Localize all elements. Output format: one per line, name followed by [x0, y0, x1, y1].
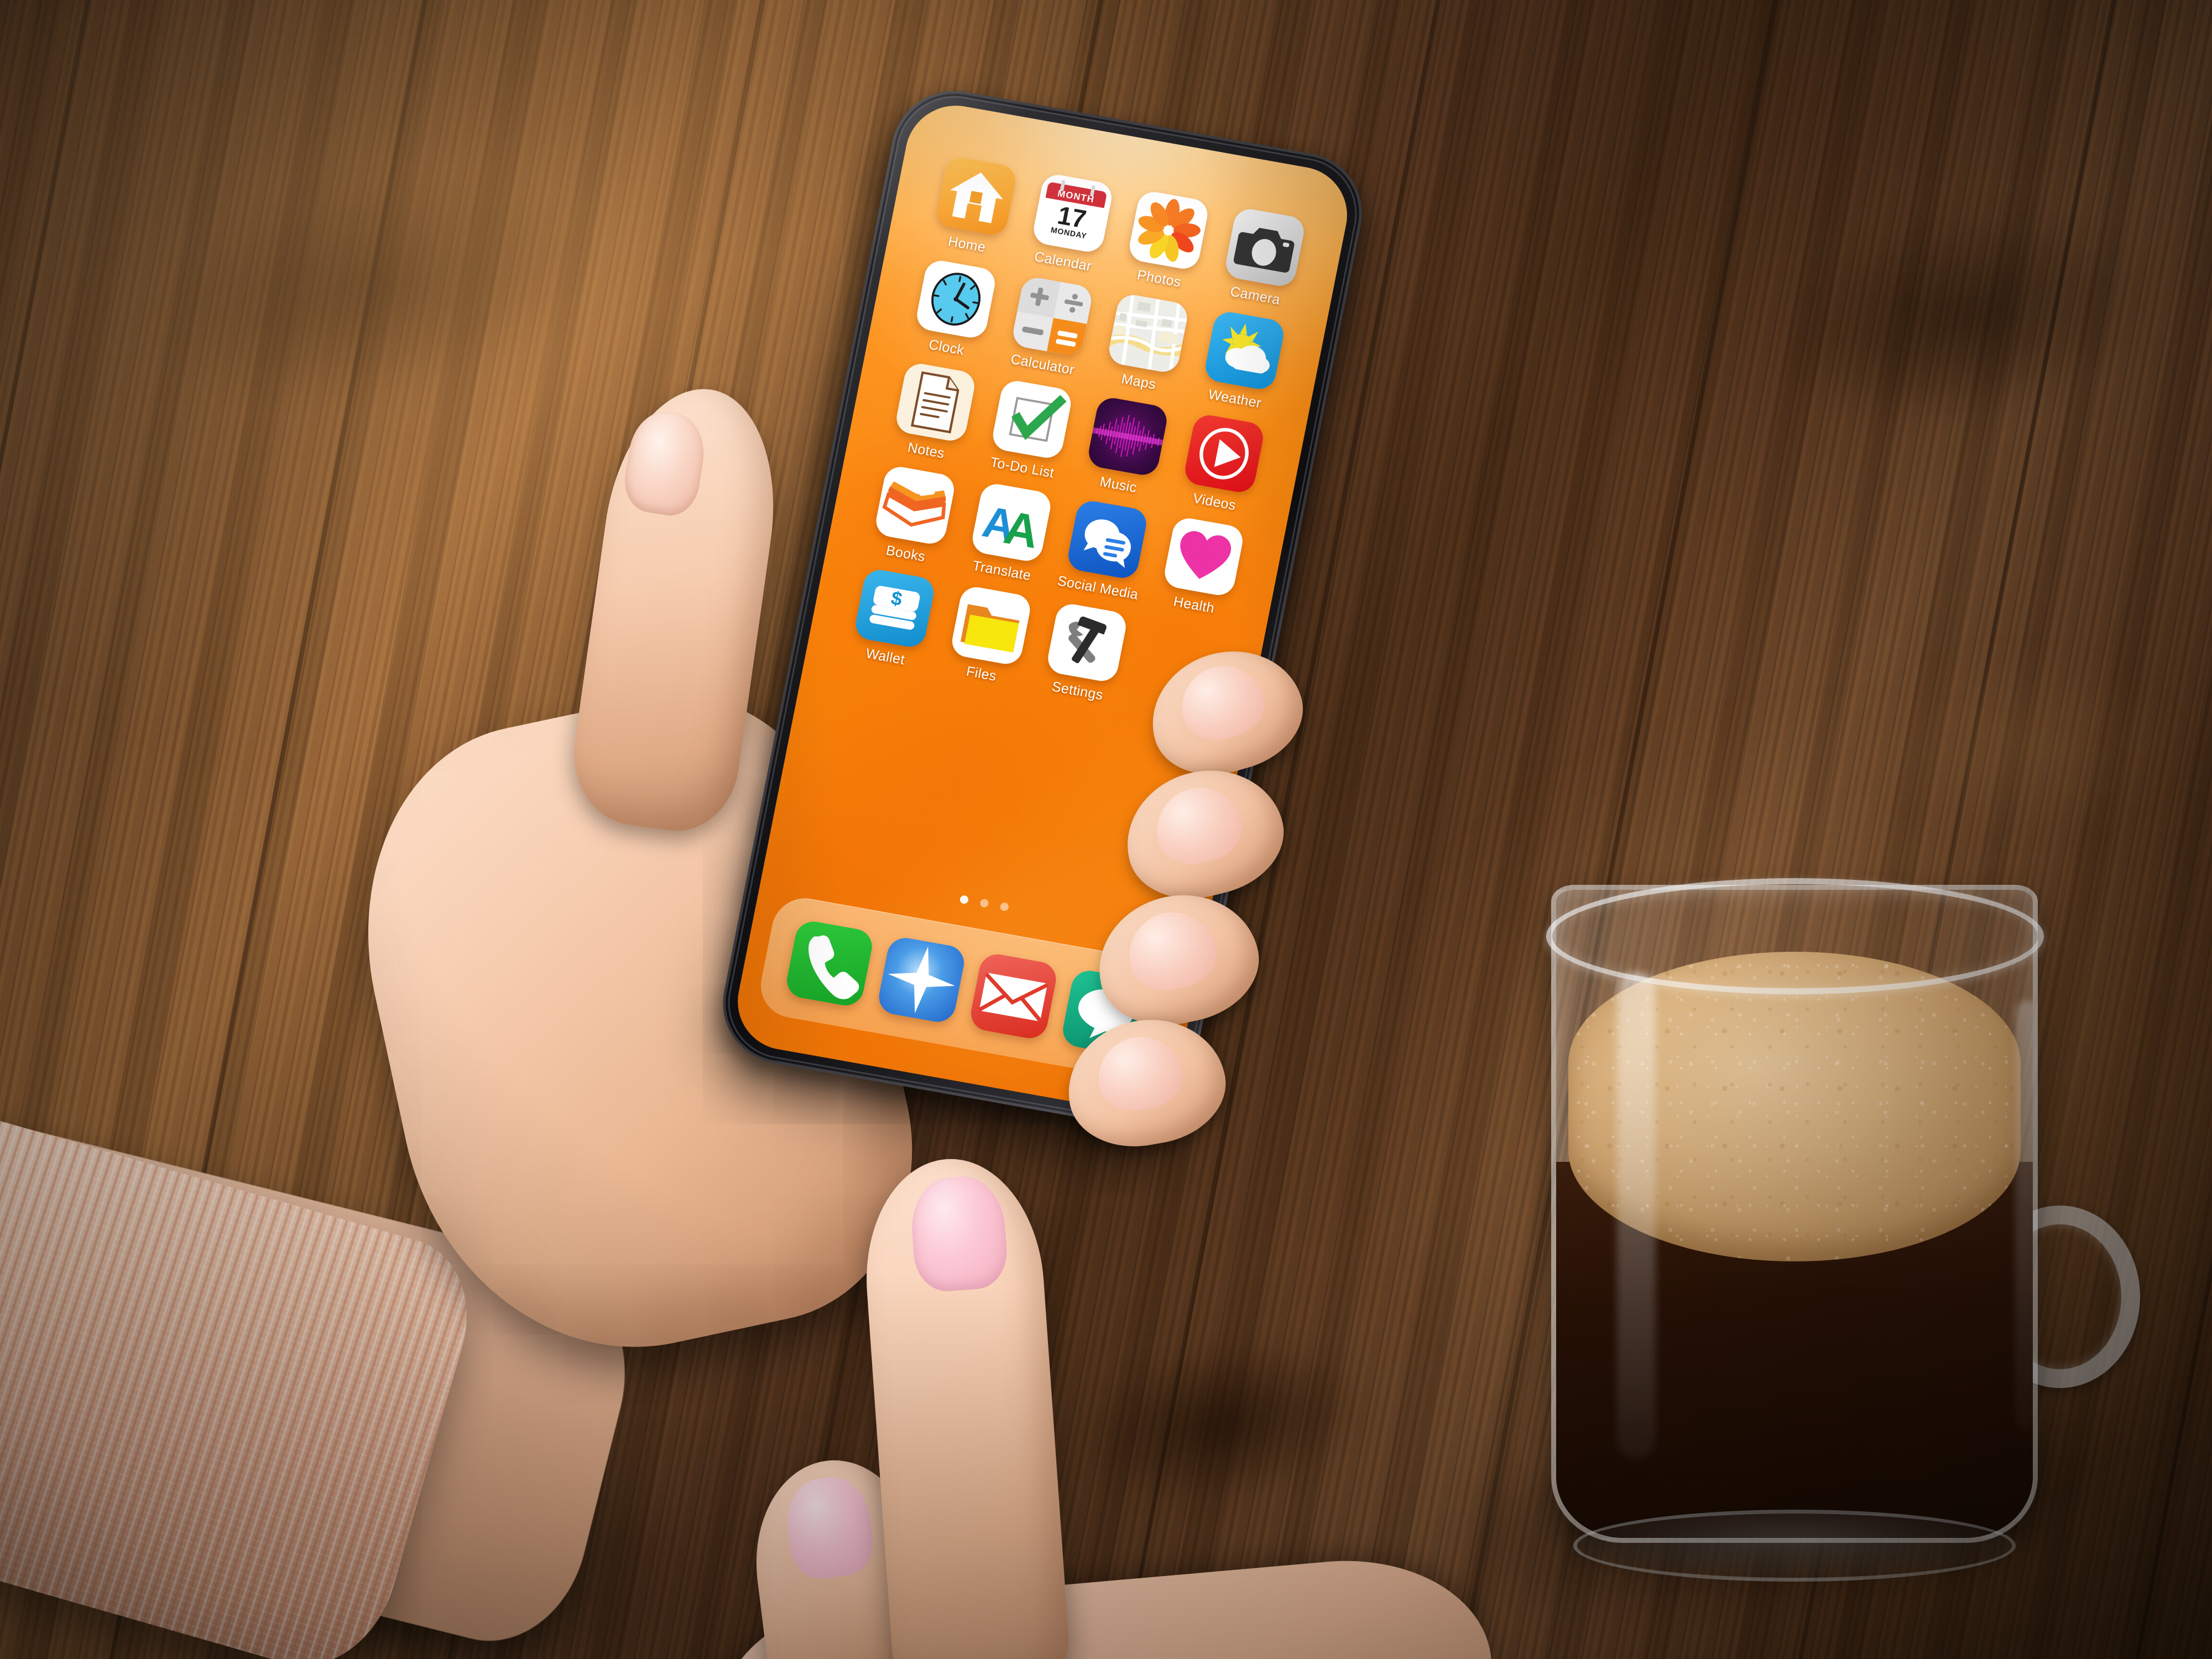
photo-scene: Home MONTH 17 MONDAY	[0, 0, 2212, 1659]
photo-vignette	[0, 0, 2212, 1659]
